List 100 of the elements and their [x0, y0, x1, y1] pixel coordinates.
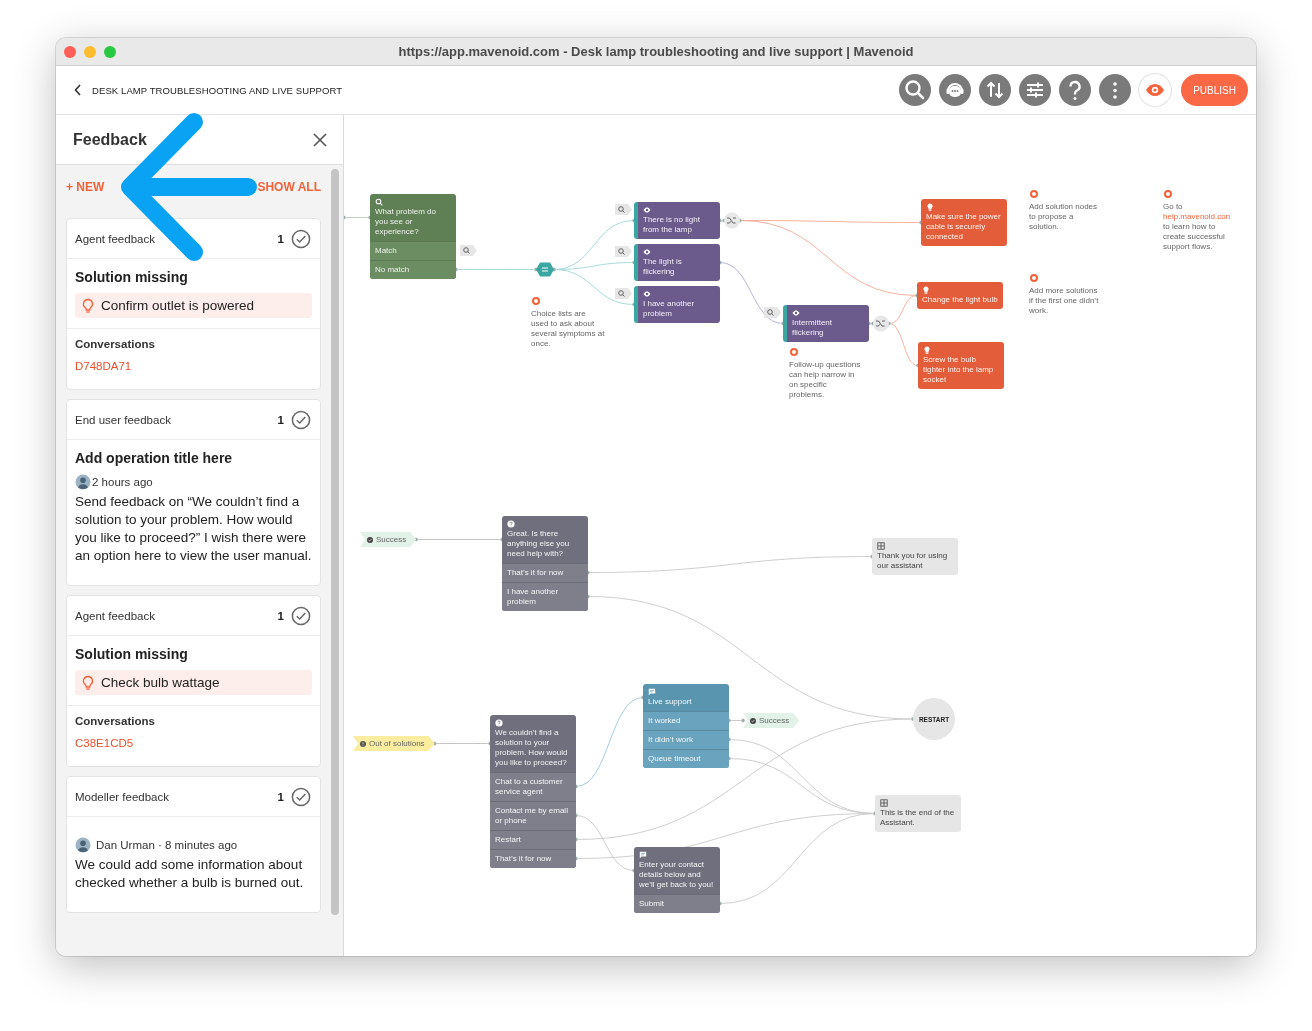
feedback-meta: Dan Urman · 8 minutes ago	[96, 839, 238, 851]
sort-button[interactable]	[979, 74, 1012, 106]
conversation-link[interactable]: D748DA71	[75, 360, 132, 372]
flow-node[interactable]: Intermittent flickering	[783, 305, 869, 342]
fallback-tag[interactable]: Out of solutions	[353, 736, 435, 751]
flow-node[interactable]: Enter your contact details below and we’ll get back to you! Submit	[634, 847, 720, 913]
feedback-count: 1	[277, 790, 284, 803]
search-tag-icon[interactable]	[764, 307, 781, 318]
close-icon[interactable]	[313, 132, 327, 147]
flow-node[interactable]: Make sure the power cable is securely connected	[921, 199, 1007, 246]
flow-node[interactable]: The light is flickering	[634, 244, 720, 281]
lightbulb-icon	[81, 674, 95, 691]
search-button[interactable]	[899, 74, 932, 106]
node-option[interactable]: It worked	[643, 711, 729, 730]
node-option[interactable]: That’s it for now	[490, 849, 576, 868]
conversation-link[interactable]: C38E1CD5	[75, 737, 134, 749]
conversations-label: Conversations	[75, 715, 156, 727]
node-option[interactable]: Submit	[634, 894, 720, 913]
tag-label: Out of solutions	[369, 739, 425, 748]
search-icon	[375, 198, 383, 206]
publish-button[interactable]: PUBLISH	[1181, 74, 1248, 106]
success-tag[interactable]: Success	[360, 532, 417, 547]
node-title: Great. Is there anything else you need help with?	[507, 529, 571, 559]
canvas-note: Go to help.mavenoid.con to learn how to create successful support flows.	[1163, 202, 1232, 252]
close-button[interactable]	[64, 45, 76, 58]
node-option[interactable]: It didn’t work	[643, 730, 729, 749]
node-option[interactable]: Contact me by email or phone	[490, 801, 576, 830]
more-button[interactable]	[1099, 74, 1132, 106]
check-circle-icon[interactable]	[291, 786, 311, 807]
feedback-count: 1	[277, 232, 284, 245]
check-circle-icon[interactable]	[291, 605, 311, 626]
flow-node[interactable]: I have another problem	[634, 286, 720, 323]
note-marker-icon	[532, 297, 540, 305]
node-option[interactable]: Restart	[490, 830, 576, 849]
check-icon	[367, 536, 373, 543]
feedback-title: Add operation title here	[75, 450, 234, 466]
preview-button[interactable]	[1139, 74, 1172, 106]
flow-node[interactable]: We couldn’t find a solution to your problem. How would you like to proceed? Chat to a customer service agent Contact me by email or phone Restart That’s it for now	[490, 715, 576, 868]
feedback-type: Modeller feedback	[75, 790, 170, 803]
node-title: What problem do you see or experience?	[375, 207, 437, 237]
note-marker-icon	[1030, 274, 1038, 282]
node-title: I have another problem	[643, 299, 696, 319]
tag-label: Success	[376, 535, 407, 544]
flow-node[interactable]: Great. Is there anything else you need help with? That’s it for now I have another problem	[502, 516, 588, 611]
solution-text: Confirm outlet is powered	[101, 298, 255, 313]
success-tag[interactable]: Success	[743, 713, 800, 728]
canvas-note: Follow-up questions can help narrow in on specific problems.	[789, 360, 862, 400]
check-circle-icon[interactable]	[291, 228, 311, 249]
node-option[interactable]: Queue timeout	[643, 749, 729, 768]
feedback-title: Solution missing	[75, 269, 189, 285]
node-title: We couldn’t find a solution to your problem. How would you like to proceed?	[495, 728, 569, 768]
feedback-title: Solution missing	[75, 646, 189, 662]
chat-icon	[639, 851, 647, 859]
canvas-note: Choice lists are used to ask about several symptoms at once.	[531, 309, 605, 349]
search-tag-icon[interactable]	[615, 288, 632, 299]
branch-icon[interactable]	[724, 212, 740, 229]
node-title: Make sure the power cable is securely connected	[926, 212, 1002, 242]
check-circle-icon[interactable]	[291, 409, 311, 430]
note-marker-icon	[1030, 190, 1038, 198]
chat-icon	[648, 688, 656, 696]
new-button[interactable]: + NEW	[66, 180, 105, 194]
flow-node[interactable]: There is no light from the lamp	[634, 202, 720, 239]
solution-text: Check bulb wattage	[101, 675, 220, 690]
tag-label: Success	[759, 716, 790, 725]
node-option[interactable]: I have another problem	[502, 582, 588, 611]
flow-node[interactable]: Live support It worked It didn’t work Queue timeout	[643, 684, 729, 768]
search-tag-icon[interactable]	[615, 246, 632, 257]
node-title: The light is flickering	[643, 257, 683, 277]
more-icon	[1113, 81, 1118, 99]
choice-list-icon[interactable]	[536, 262, 554, 277]
node-title: Intermittent flickering	[792, 318, 833, 338]
canvas-note: Add more solutions if the first one didn’t work.	[1029, 286, 1100, 316]
canvas-note: Add solution nodes to propose a solution.	[1029, 202, 1099, 232]
help-link[interactable]: help.mavenoid.con	[1163, 212, 1231, 221]
search-tag-icon[interactable]	[615, 204, 632, 215]
back-icon[interactable]	[74, 84, 82, 96]
lightbulb-icon	[81, 297, 95, 314]
end-icon	[877, 542, 885, 550]
branch-icon[interactable]	[873, 315, 889, 332]
feedback-type: Agent feedback	[75, 232, 156, 245]
show-all-button[interactable]: SHOW ALL	[257, 180, 321, 194]
node-option[interactable]: No match	[370, 260, 456, 279]
flow-node[interactable]: Screw the bulb tighter into the lamp socket	[918, 342, 1004, 389]
flow-node[interactable]: Thank you for using our assistant	[872, 538, 958, 575]
lightbulb-icon	[923, 346, 931, 354]
node-option[interactable]: That’s it for now	[502, 563, 588, 582]
node-option[interactable]: Chat to a customer service agent	[490, 772, 576, 801]
node-option[interactable]: Match	[370, 241, 456, 260]
flow-node[interactable]: What problem do you see or experience? Match No match	[370, 194, 456, 279]
search-tag-icon[interactable]	[460, 245, 477, 256]
node-title: This is the end of the Assistant.	[880, 808, 956, 828]
flow-node[interactable]: Change the light bulb	[917, 282, 1003, 309]
headset-button[interactable]	[939, 74, 972, 106]
help-button[interactable]	[1059, 74, 1092, 106]
scrollbar-thumb[interactable]	[331, 169, 339, 915]
sliders-button[interactable]	[1019, 74, 1052, 106]
feedback-type: End user feedback	[75, 413, 172, 426]
flow-node[interactable]: This is the end of the Assistant.	[875, 795, 961, 832]
note-marker-icon	[1164, 190, 1172, 198]
avatar-icon	[75, 837, 91, 853]
